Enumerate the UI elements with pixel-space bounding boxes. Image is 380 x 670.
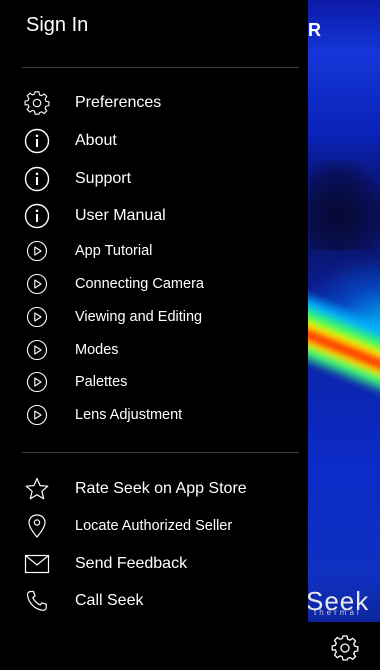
menu-item-label: Preferences [75, 94, 162, 111]
info-icon [22, 164, 52, 194]
menu-item-rate-app[interactable]: Rate Seek on App Store [22, 474, 247, 504]
menu-item-label: Palettes [75, 374, 128, 390]
menu-item-user-manual[interactable]: User Manual [22, 201, 166, 231]
menu-item-label: Call Seek [75, 592, 144, 609]
menu-item-label: Viewing and Editing [75, 309, 203, 325]
envelope-icon [22, 549, 52, 579]
menu-item-label: User Manual [75, 207, 166, 224]
seek-logo-subtitle: thermal [314, 608, 362, 617]
tutorial-item-app-tutorial[interactable]: App Tutorial [22, 236, 152, 266]
thermal-camera-view: R Seek thermal [300, 0, 380, 670]
settings-gear-icon[interactable] [331, 634, 359, 662]
side-drawer: Sign In Preferences About Support User M… [0, 0, 308, 670]
phone-icon [22, 586, 52, 616]
tutorial-item-palettes[interactable]: Palettes [22, 367, 127, 397]
tutorial-item-connecting-camera[interactable]: Connecting Camera [22, 269, 204, 299]
menu-item-label: Support [75, 170, 132, 187]
play-circle-icon [22, 335, 52, 365]
play-circle-icon [22, 269, 52, 299]
divider [22, 67, 299, 68]
overlay-partial-letter: R [308, 20, 321, 40]
sign-in-link[interactable]: Sign In [26, 14, 88, 37]
menu-item-locate-seller[interactable]: Locate Authorized Seller [22, 511, 232, 541]
menu-item-label: Locate Authorized Seller [75, 518, 233, 534]
menu-item-label: App Tutorial [75, 243, 153, 259]
menu-item-label: Rate Seek on App Store [75, 480, 247, 497]
menu-item-support[interactable]: Support [22, 164, 131, 194]
divider [22, 452, 299, 453]
tutorial-item-modes[interactable]: Modes [22, 335, 119, 365]
tutorial-item-viewing-editing[interactable]: Viewing and Editing [22, 302, 202, 332]
gear-icon [22, 88, 52, 118]
menu-item-preferences[interactable]: Preferences [22, 88, 161, 118]
tutorial-item-lens-adjustment[interactable]: Lens Adjustment [22, 400, 182, 430]
play-circle-icon [22, 367, 52, 397]
menu-item-call-seek[interactable]: Call Seek [22, 586, 143, 616]
menu-item-label: Connecting Camera [75, 276, 204, 292]
play-circle-icon [22, 302, 52, 332]
menu-item-send-feedback[interactable]: Send Feedback [22, 549, 187, 579]
menu-item-label: Modes [75, 342, 119, 358]
play-circle-icon [22, 400, 52, 430]
info-icon [22, 201, 52, 231]
menu-item-label: About [75, 132, 117, 149]
location-pin-icon [22, 511, 52, 541]
star-icon [22, 474, 52, 504]
menu-item-about[interactable]: About [22, 126, 117, 156]
info-icon [22, 126, 52, 156]
play-circle-icon [22, 236, 52, 266]
menu-item-label: Send Feedback [75, 555, 188, 572]
menu-item-label: Lens Adjustment [75, 407, 183, 423]
